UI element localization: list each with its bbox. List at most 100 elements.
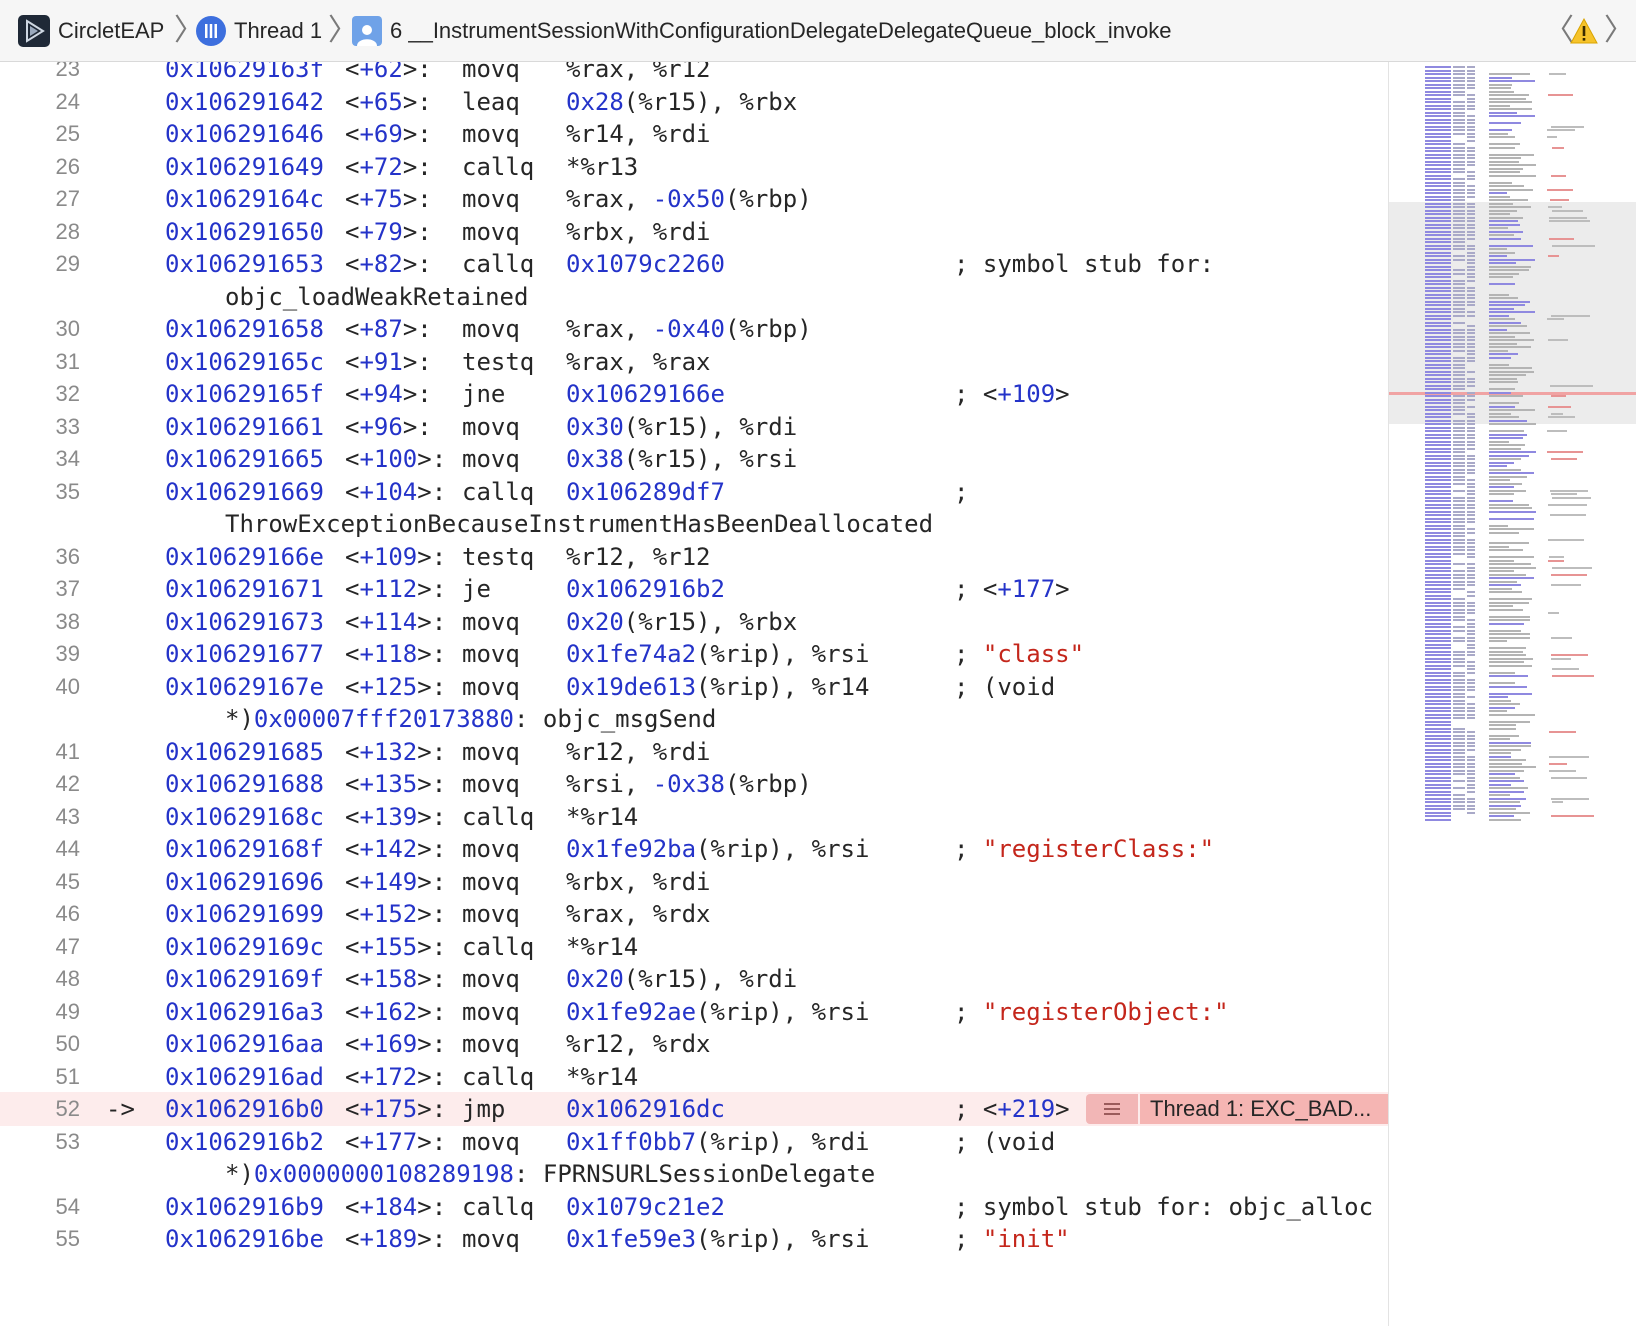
minimap-line <box>1425 108 1451 110</box>
minimap-line <box>1453 510 1465 513</box>
code-line[interactable]: 53 0x1062916b2 <+177>: movq 0x1ff0bb7(%rip),… <box>0 1125 1388 1159</box>
minimap-line <box>1552 146 1564 149</box>
minimap-line <box>1467 629 1475 632</box>
offset-value: +65 <box>359 87 403 116</box>
minimap-line <box>1489 790 1524 793</box>
minimap-line <box>1489 73 1530 75</box>
minimap-line <box>1425 748 1451 751</box>
instruction-operands: %r12, %r12 <box>566 540 711 574</box>
code-line[interactable]: 23 0x10629163f <+62>: movq %rax, %r12 <box>0 62 1388 86</box>
minimap-line <box>1453 801 1465 803</box>
minimap-line <box>1489 629 1521 632</box>
minimap-line <box>1425 258 1451 261</box>
breadcrumb-app[interactable]: CircletEAP <box>58 14 164 48</box>
minimap-line <box>1489 181 1512 184</box>
code-line[interactable]: 41 0x106291685 <+132>: movq %r12, %rdi <box>0 735 1388 769</box>
minimap-line <box>1467 440 1475 443</box>
minimap-line <box>1467 489 1475 492</box>
numeric-literal: 0x0000000108289198 <box>253 1160 514 1188</box>
code-line[interactable]: 31 0x10629165c <+91>: testq %rax, %rax <box>0 345 1388 379</box>
warning-icon[interactable] <box>1570 18 1598 44</box>
code-line[interactable]: 50 0x1062916aa <+169>: movq %r12, %rdx <box>0 1027 1388 1061</box>
error-badge[interactable]: Thread 1: EXC_BAD... <box>1140 1094 1388 1124</box>
disassembly-editor[interactable]: 23 0x10629163f <+62>: movq %rax, %r12 24 0x106… <box>0 62 1388 1326</box>
code-line[interactable]: 29 0x106291653 <+82>: callq 0x1079c2260 ; sym… <box>0 247 1388 281</box>
minimap-line <box>1425 83 1451 86</box>
minimap-line <box>1453 545 1465 548</box>
code-line[interactable]: 45 0x106291696 <+149>: movq %rbx, %rdi <box>0 865 1388 899</box>
minimap-line <box>1453 612 1465 614</box>
code-line[interactable]: 47 0x10629169c <+155>: callq *%r14 <box>0 930 1388 964</box>
minimap-line <box>1548 503 1587 506</box>
minimap-line <box>1453 570 1465 572</box>
code-line[interactable]: 36 0x10629166e <+109>: testq %r12, %r12 <box>0 540 1388 574</box>
minimap-line <box>1489 804 1521 807</box>
minimap-line <box>1467 293 1475 296</box>
minimap-line <box>1551 797 1589 800</box>
minimap-line <box>1467 766 1475 768</box>
app-icon[interactable] <box>18 15 50 47</box>
minimap-line <box>1489 353 1518 355</box>
code-line[interactable]: 35 0x106291669 <+104>: callq 0x106289df7; <box>0 475 1388 509</box>
code-line[interactable]: 39 0x106291677 <+118>: movq 0x1fe74a2(%rip),… <box>0 637 1388 671</box>
code-line[interactable]: 49 0x1062916a3 <+162>: movq 0x1fe92ae(%rip),… <box>0 995 1388 1029</box>
minimap-line <box>1425 608 1451 611</box>
code-line[interactable]: 24 0x106291642 <+65>: leaq 0x28(%r15), %rbx <box>0 85 1388 119</box>
minimap-line <box>1425 405 1451 408</box>
code-line[interactable]: 55 0x1062916be <+189>: movq 0x1fe59e3(%rip),… <box>0 1222 1388 1256</box>
minimap-line <box>1425 276 1451 278</box>
minimap-line <box>1453 433 1465 436</box>
code-line[interactable]: 33 0x106291661 <+96>: movq 0x30(%r15), %rdi <box>0 410 1388 444</box>
instruction-mnemonic: testq <box>462 347 535 376</box>
minimap-line <box>1453 132 1465 135</box>
breadcrumb-thread[interactable]: Thread 1 <box>234 14 322 48</box>
minimap-line <box>1425 216 1451 219</box>
minimap-line <box>1467 206 1475 208</box>
code-line[interactable]: 52 -> 0x1062916b0 <+175>: jmp 0x1062916dc; <+… <box>0 1092 1388 1126</box>
breadcrumb-frame[interactable]: 6 __InstrumentSessionWithConfigurationDe… <box>390 14 1171 48</box>
line-number: 43 <box>55 803 80 829</box>
minimap-line <box>1453 255 1465 257</box>
minimap-line <box>1425 402 1451 404</box>
line-number: 38 <box>55 608 80 634</box>
numeric-literal: 0x38 <box>566 445 624 473</box>
minimap-line <box>1467 325 1475 327</box>
minimap-line <box>1489 801 1520 803</box>
minimap-line <box>1489 619 1530 621</box>
minimap-line <box>1489 367 1532 369</box>
minimap[interactable] <box>1388 62 1636 1326</box>
code-line[interactable]: 42 0x106291688 <+135>: movq %rsi, -0x38(%rbp… <box>0 767 1388 801</box>
code-line[interactable]: 40 0x10629167e <+125>: movq 0x19de613(%rip),… <box>0 670 1388 704</box>
code-line[interactable]: 25 0x106291646 <+69>: movq %r14, %rdi <box>0 117 1388 151</box>
minimap-line <box>1489 76 1512 79</box>
chevron-right-icon[interactable]: 〉 <box>1604 14 1634 48</box>
minimap-line <box>1467 458 1475 460</box>
code-line[interactable]: 34 0x106291665 <+100>: movq 0x38(%r15), %rsi <box>0 442 1388 476</box>
code-line[interactable]: 27 0x10629164c <+75>: movq %rax, -0x50(%rbp) <box>0 182 1388 216</box>
issue-menu-icon[interactable] <box>1086 1094 1138 1124</box>
code-line[interactable]: 38 0x106291673 <+114>: movq 0x20(%r15), %rbx <box>0 605 1388 639</box>
instruction-mnemonic: testq <box>462 542 535 571</box>
minimap-line <box>1425 458 1451 460</box>
code-text: (%rip), %rsi <box>696 640 870 668</box>
code-line[interactable]: 54 0x1062916b9 <+184>: callq 0x1079c21e2 ; sy… <box>0 1190 1388 1224</box>
code-line[interactable]: 26 0x106291649 <+72>: callq *%r13 <box>0 150 1388 184</box>
chevron-left-icon[interactable]: 〈 <box>1544 14 1574 48</box>
minimap-line <box>1489 671 1515 674</box>
minimap-line <box>1467 542 1475 544</box>
minimap-line <box>1425 559 1451 562</box>
code-line[interactable]: 37 0x106291671 <+112>: je 0x1062916b2 ; <+177… <box>0 572 1388 606</box>
code-line[interactable]: 48 0x10629169f <+158>: movq 0x20(%r15), %rdi <box>0 962 1388 996</box>
offset-value: +109 <box>359 542 418 571</box>
code-line[interactable]: 43 0x10629168c <+139>: callq *%r14 <box>0 800 1388 834</box>
minimap-line <box>1549 220 1590 222</box>
code-line[interactable]: 51 0x1062916ad <+172>: callq *%r14 <box>0 1060 1388 1094</box>
code-line[interactable]: 44 0x10629168f <+142>: movq 0x1fe92ba(%rip),… <box>0 832 1388 866</box>
code-line[interactable]: 46 0x106291699 <+152>: movq %rax, %rdx <box>0 897 1388 931</box>
code-text: ; < <box>954 575 998 603</box>
code-line[interactable]: 28 0x106291650 <+79>: movq %rbx, %rdi <box>0 215 1388 249</box>
code-line[interactable]: 32 0x10629165f <+94>: jne 0x10629166e ; <+109… <box>0 377 1388 411</box>
minimap-line <box>1467 346 1475 348</box>
minimap-line <box>1467 465 1475 467</box>
code-line[interactable]: 30 0x106291658 <+87>: movq %rax, -0x40(%rbp) <box>0 312 1388 346</box>
